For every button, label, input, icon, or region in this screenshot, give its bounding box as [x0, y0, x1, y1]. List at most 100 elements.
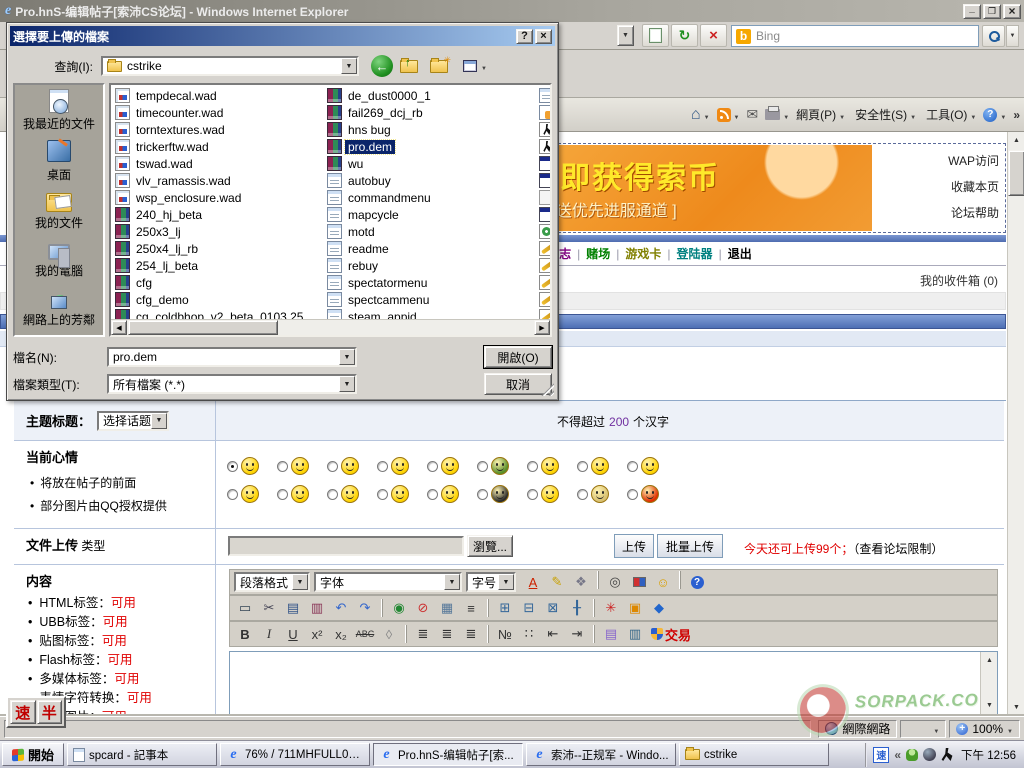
- emoticon-option[interactable]: [277, 457, 316, 475]
- open-button[interactable]: 開啟(O): [484, 346, 552, 368]
- new-folder-button[interactable]: [430, 60, 448, 73]
- file-item[interactable]: spectcammenu: [325, 291, 535, 308]
- file-item[interactable]: tempdecal.wad: [113, 87, 323, 104]
- editor-tool-button[interactable]: ≣: [436, 623, 458, 645]
- emoticon-radio[interactable]: [377, 461, 388, 472]
- home-button[interactable]: [691, 106, 710, 124]
- tray-messenger-icon[interactable]: [906, 749, 918, 761]
- editor-tool-button[interactable]: U: [282, 623, 304, 645]
- editor-tool-button[interactable]: 交易: [648, 623, 694, 645]
- file-item[interactable]: [537, 223, 552, 240]
- file-item[interactable]: [537, 172, 552, 189]
- emoticon-option[interactable]: [477, 457, 516, 475]
- file-item[interactable]: [537, 104, 552, 121]
- editor-textarea[interactable]: [229, 651, 998, 715]
- browse-button[interactable]: 瀏覽...: [467, 535, 513, 557]
- emoticon-option[interactable]: [327, 457, 366, 475]
- emoticon-radio[interactable]: [377, 489, 388, 500]
- nav-link[interactable]: 登陆器: [677, 245, 713, 262]
- scroll-down-icon[interactable]: [1008, 699, 1024, 716]
- upload-button[interactable]: 上传: [614, 534, 654, 558]
- emoticon-radio[interactable]: [577, 489, 588, 500]
- editor-tool-button[interactable]: [593, 599, 595, 617]
- scrollbar-thumb[interactable]: [128, 320, 278, 335]
- editor-tool-button[interactable]: ◊: [378, 623, 400, 645]
- nav-link[interactable]: 游戏卡: [625, 245, 661, 262]
- emoticon-radio[interactable]: [277, 461, 288, 472]
- page-scrollbar[interactable]: [1007, 132, 1024, 716]
- file-item[interactable]: 250x4_lj_rb: [113, 240, 323, 257]
- scroll-down-icon[interactable]: [981, 697, 998, 714]
- editor-tool-button[interactable]: x²: [306, 623, 328, 645]
- up-one-level-button[interactable]: [400, 60, 418, 73]
- emoticon-option[interactable]: [227, 457, 266, 475]
- ime-mode-button[interactable]: 速: [10, 700, 36, 724]
- editor-tool-button[interactable]: ⊞: [494, 597, 516, 619]
- taskbar-task-button[interactable]: 索沛--正规军 - Windo...: [526, 743, 676, 766]
- tray-collapse-chevron[interactable]: «: [894, 748, 901, 762]
- emoticon-radio[interactable]: [427, 461, 438, 472]
- file-item[interactable]: timecounter.wad: [113, 104, 323, 121]
- file-item[interactable]: [537, 87, 552, 104]
- file-item[interactable]: motd: [325, 223, 535, 240]
- editor-tool-button[interactable]: ☺: [652, 571, 674, 593]
- file-item[interactable]: [537, 206, 552, 223]
- refresh-button[interactable]: [671, 24, 698, 47]
- protected-mode-segment[interactable]: [900, 720, 946, 738]
- emoticon-radio[interactable]: [227, 489, 238, 500]
- editor-tool-button[interactable]: ❖: [570, 571, 592, 593]
- editor-tool-button[interactable]: ?: [686, 571, 708, 593]
- ime-mode-button[interactable]: 半: [37, 700, 63, 724]
- file-item[interactable]: [537, 189, 552, 206]
- address-dropdown-button[interactable]: [617, 25, 634, 46]
- editor-tool-button[interactable]: ⊟: [518, 597, 540, 619]
- scrollbar-thumb[interactable]: [1008, 150, 1024, 196]
- file-item[interactable]: tswad.wad: [113, 155, 323, 172]
- editor-tool-button[interactable]: [597, 571, 599, 589]
- file-item[interactable]: [537, 291, 552, 308]
- taskbar-task-button[interactable]: 76% / 711MHFULL0303...: [220, 743, 370, 766]
- editor-tool-button[interactable]: ABC: [354, 623, 376, 645]
- taskbar-task-button[interactable]: Pro.hnS-编辑帖子[索...: [373, 743, 523, 766]
- editor-tool-button[interactable]: ▦: [436, 597, 458, 619]
- emoticon-option[interactable]: [327, 485, 366, 503]
- tray-network-icon[interactable]: [923, 748, 936, 761]
- editor-scrollbar[interactable]: [980, 652, 997, 714]
- editor-tool-button[interactable]: ◉: [388, 597, 410, 619]
- emoticon-option[interactable]: [527, 485, 566, 503]
- editor-tool-button[interactable]: ∷: [518, 623, 540, 645]
- editor-tool-button[interactable]: B: [234, 623, 256, 645]
- search-input[interactable]: b Bing: [731, 25, 979, 47]
- places-bar-item[interactable]: 我最近的文件: [15, 85, 103, 135]
- editor-tool-button[interactable]: [487, 625, 489, 643]
- emoticon-option[interactable]: [577, 457, 616, 475]
- emoticon-radio[interactable]: [527, 461, 538, 472]
- editor-tool-button[interactable]: ▤: [600, 623, 622, 645]
- places-bar-item[interactable]: 我的電腦: [15, 235, 103, 285]
- taskbar-task-button[interactable]: spcard - 記事本: [67, 743, 217, 766]
- emoticon-option[interactable]: [277, 485, 316, 503]
- mail-button[interactable]: [746, 106, 758, 123]
- editor-tool-button[interactable]: [679, 571, 681, 589]
- editor-tool-button[interactable]: ⊘: [412, 597, 434, 619]
- tray-game-icon[interactable]: [941, 748, 953, 761]
- editor-tool-button[interactable]: A: [522, 571, 544, 593]
- file-item[interactable]: wu: [325, 155, 535, 172]
- file-item[interactable]: commandmenu: [325, 189, 535, 206]
- back-button[interactable]: ←: [371, 55, 393, 77]
- editor-tool-button[interactable]: ⇥: [566, 623, 588, 645]
- emoticon-radio[interactable]: [277, 489, 288, 500]
- scroll-right-icon[interactable]: [534, 320, 550, 335]
- editor-tool-button[interactable]: ≣: [412, 623, 434, 645]
- places-bar-item[interactable]: 網路上的芳鄰: [15, 285, 103, 335]
- scroll-up-icon[interactable]: [1008, 132, 1024, 149]
- file-item[interactable]: [537, 138, 552, 155]
- look-in-select[interactable]: cstrike: [101, 56, 359, 76]
- emoticon-option[interactable]: [477, 485, 516, 503]
- file-item[interactable]: vlv_ramassis.wad: [113, 172, 323, 189]
- emoticon-option[interactable]: [227, 485, 266, 503]
- print-button[interactable]: [765, 108, 789, 122]
- editor-tool-button[interactable]: ╂: [566, 597, 588, 619]
- taskbar-task-button[interactable]: cstrike: [679, 743, 829, 766]
- editor-dropdown[interactable]: 段落格式: [234, 572, 310, 592]
